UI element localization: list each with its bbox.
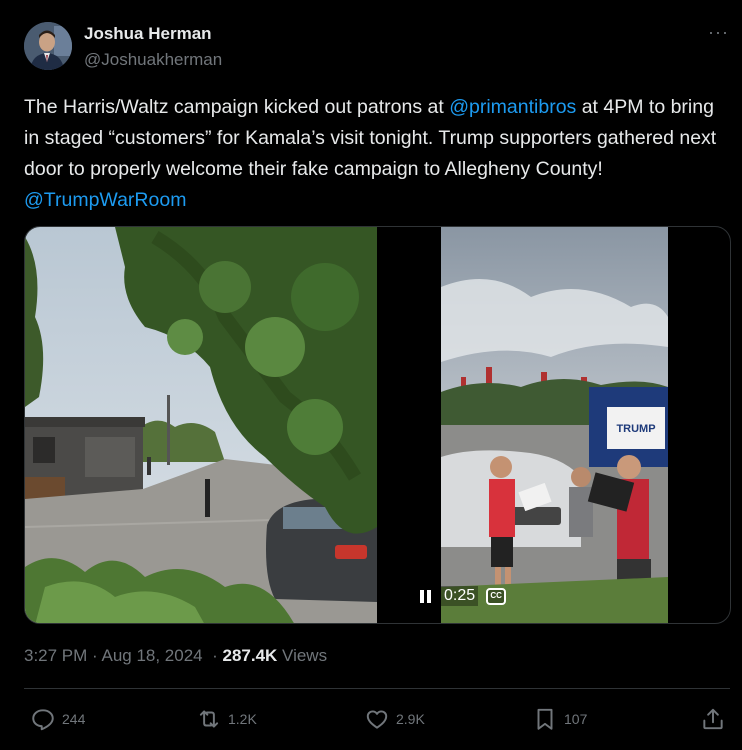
pause-icon[interactable] (417, 588, 433, 604)
bookmark-count: 107 (564, 711, 588, 727)
bookmark-icon (537, 708, 553, 730)
tweet: Joshua Herman @Joshuakherman ··· The Har… (0, 0, 742, 750)
like-button[interactable]: 2.9K (364, 705, 425, 733)
video-controls: 0:25 CC (417, 583, 507, 609)
repost-icon (199, 710, 219, 728)
tweet-text: The Harris/Waltz campaign kicked out pat… (24, 92, 724, 216)
more-options-icon[interactable]: ··· (708, 22, 729, 43)
meta-separator: · (87, 646, 102, 665)
author-name[interactable]: Joshua Herman (84, 24, 212, 44)
reply-count: 244 (62, 711, 86, 727)
like-count: 2.9K (396, 711, 425, 727)
avatar[interactable] (24, 22, 72, 70)
tweet-meta: 3:27 PM · Aug 18, 2024 · 287.4K Views (24, 646, 328, 665)
share-icon (703, 708, 723, 730)
tweet-time[interactable]: 3:27 PM (24, 646, 87, 665)
heart-icon (366, 710, 388, 729)
trump-sign-text: TRUMP (616, 423, 655, 435)
mention-trumpwarroom[interactable]: @TrumpWarRoom (24, 189, 186, 211)
repost-count: 1.2K (228, 711, 257, 727)
bookmark-button[interactable]: 107 (532, 705, 587, 733)
reply-icon (32, 709, 54, 731)
media-container[interactable]: TRUMP 0:25 CC (24, 226, 731, 624)
photo-parking-lot[interactable] (25, 227, 378, 623)
parking-lot-image (25, 227, 378, 623)
avatar-photo (24, 22, 72, 70)
video-time: 0:25 (441, 586, 479, 606)
divider (24, 688, 730, 689)
views-count: 287.4K (222, 646, 278, 665)
share-button[interactable] (700, 705, 726, 733)
video-rally[interactable]: TRUMP (441, 227, 668, 623)
mention-primantibros[interactable]: @primantibros (449, 96, 576, 118)
repost-button[interactable]: 1.2K (196, 705, 257, 733)
author-handle[interactable]: @Joshuakherman (84, 50, 222, 70)
tweet-date[interactable]: Aug 18, 2024 (101, 646, 202, 665)
captions-icon[interactable]: CC (486, 587, 507, 605)
rally-video-frame: TRUMP (441, 227, 668, 623)
tweet-text-part1: The Harris/Waltz campaign kicked out pat… (24, 96, 450, 118)
views-label: Views (277, 646, 328, 665)
reply-button[interactable]: 244 (30, 705, 85, 733)
